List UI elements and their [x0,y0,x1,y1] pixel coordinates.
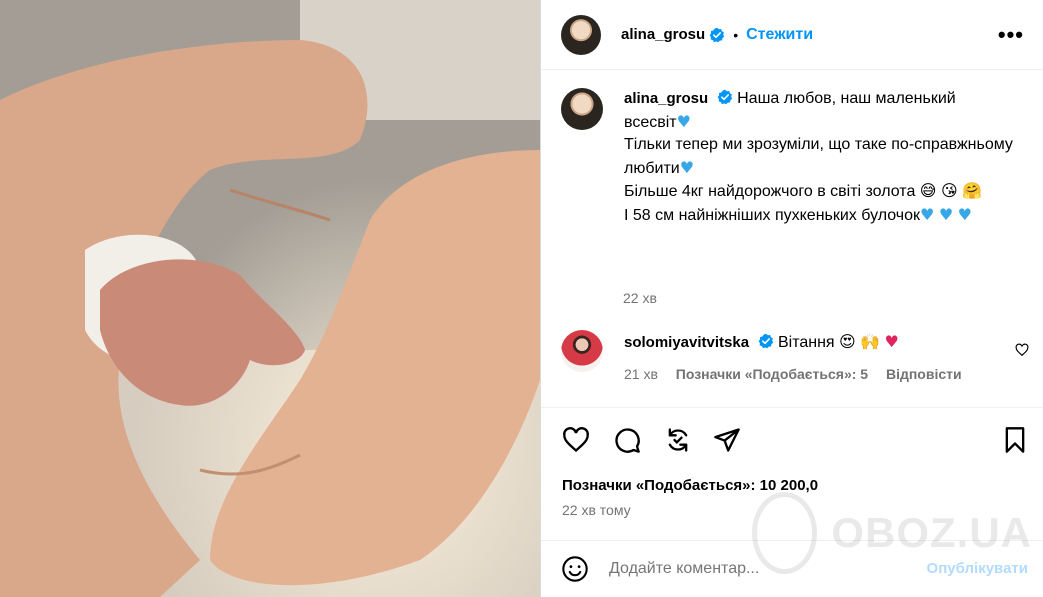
comment-item: solomiyavitvitska Вітання 😍 🙌 ♥ 21 хв По… [561,330,1031,382]
heart-eyes-emoji-icon: 😍 [839,332,856,351]
author-avatar[interactable] [561,14,601,55]
watermark-logo-icon [752,492,818,574]
caption-line-3: Більше 4кг найдорожчого в світі золота [624,183,916,200]
blue-heart-icon: ♥ [676,111,691,131]
post-caption: alina_grosu Наша любов, наш маленький вс… [561,88,1031,227]
blue-heart-icon: ♥ [920,204,935,224]
hug-emoji-icon: 🤗 [962,181,982,200]
comment-like-icon[interactable] [1015,343,1029,357]
repost-icon[interactable] [664,426,692,454]
commenter-username[interactable]: solomiyavitvitska [624,334,749,351]
reply-button[interactable]: Відповісти [886,366,962,382]
watermark: OBOZ.UA [752,488,1032,578]
caption-text: alina_grosu Наша любов, наш маленький вс… [624,88,1014,227]
share-icon[interactable] [713,426,741,454]
verified-icon [709,27,725,42]
photo-illustration [0,0,540,597]
follow-button[interactable]: Стежити [746,26,813,44]
blue-heart-icon: ♥ [957,204,972,224]
bookmark-icon[interactable] [1001,426,1029,454]
red-heart-icon: ♥ [884,332,899,351]
caption-avatar[interactable] [561,88,603,130]
comment-meta: 21 хв Позначки «Подобається»: 5 Відповіс… [624,366,976,382]
blue-heart-icon: ♥ [938,204,954,224]
comment-time[interactable]: 21 хв [624,366,658,382]
header-separator: • [733,26,739,43]
caption-line-4: І 58 см найніжніших пухкеньких булочок [624,206,921,224]
caption-time[interactable]: 22 хв [623,290,657,306]
verified-icon [717,89,732,105]
action-bar [541,407,1043,469]
post-photo[interactable] [0,0,540,597]
verified-icon [758,333,773,349]
more-icon[interactable]: ••• [998,22,1024,48]
post-time[interactable]: 22 хв тому [562,502,631,518]
caption-username[interactable]: alina_grosu [624,90,708,107]
comment-text: Вітання [777,334,835,351]
emoji-icon[interactable] [561,555,589,583]
heart-icon[interactable] [562,426,590,454]
kiss-emoji-icon: 😘 [940,181,958,200]
comment-icon[interactable] [613,426,641,454]
commenter-avatar[interactable] [561,330,603,372]
blue-heart-icon: ♥ [679,157,695,177]
raised-hands-emoji-icon: 🙌 [860,332,881,351]
post-header: alina_grosu • Стежити ••• [541,0,1043,70]
watermark-text: OBOZ.UA [831,509,1032,556]
sweat-smile-emoji-icon: 😅 [919,181,937,200]
author-username[interactable]: alina_grosu [621,26,705,43]
comment-body: solomiyavitvitska Вітання 😍 🙌 ♥ 21 хв По… [624,330,976,382]
comment-likes[interactable]: Позначки «Подобається»: 5 [676,366,868,382]
